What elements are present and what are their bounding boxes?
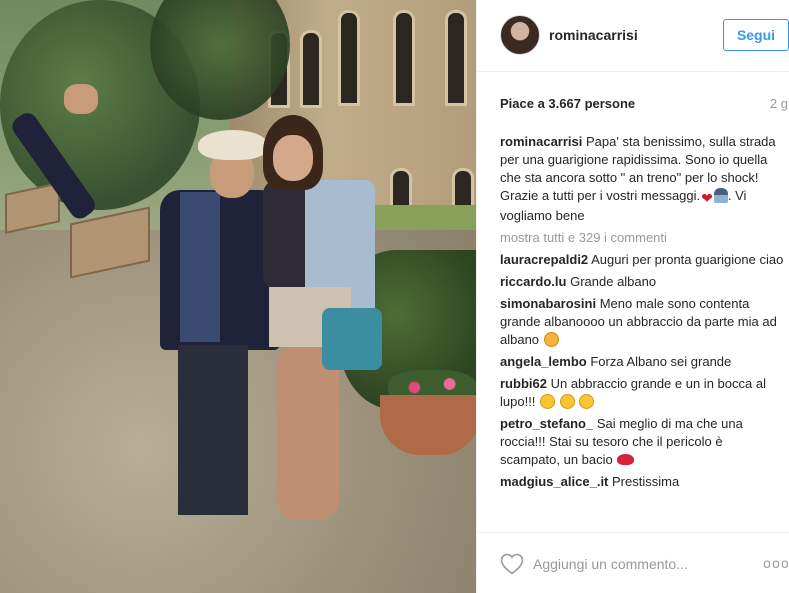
photo-flower-pot (380, 395, 476, 455)
comment-bar: ooo (477, 532, 789, 593)
post-photo[interactable] (0, 0, 476, 593)
comment-text: Grande albano (570, 274, 657, 289)
heart-emoji-icon: ❤ (701, 190, 713, 206)
post-timestamp[interactable]: 2 g (770, 96, 788, 111)
post-username[interactable]: rominacarrisi (549, 27, 638, 43)
comment-username[interactable]: rubbi62 (500, 376, 547, 391)
smile-emoji-icon (579, 394, 595, 409)
photo-bench (5, 182, 60, 234)
likes-count[interactable]: Piace a 3.667 persone (500, 96, 635, 111)
comment-username[interactable]: riccardo.lu (500, 274, 566, 289)
kiss-emoji-icon (617, 454, 635, 465)
list-item: madgius_alice_.it Prestissima (500, 473, 784, 491)
list-item: angela_lembo Forza Albano sei grande (500, 353, 784, 371)
person-emoji-icon (713, 188, 728, 203)
heart-icon[interactable] (500, 553, 524, 575)
comment-input[interactable] (533, 553, 743, 575)
comment-username[interactable]: petro_stefano_ (500, 416, 593, 431)
post-header: rominacarrisi Segui (477, 0, 789, 72)
caption: rominacarrisi Papa' sta benissimo, sulla… (500, 133, 784, 225)
smile-emoji-icon (540, 394, 556, 409)
more-options-icon[interactable]: ooo (763, 557, 789, 572)
list-item: lauracrepaldi2 Auguri per pronta guarigi… (500, 251, 784, 269)
comment-text: Forza Albano sei grande (590, 354, 732, 369)
likes-row: Piace a 3.667 persone 2 g (500, 96, 788, 114)
wink-emoji-icon (543, 332, 559, 347)
list-item: rubbi62 Un abbraccio grande e un in bocc… (500, 375, 784, 411)
comment-text: Prestissima (612, 474, 680, 489)
comment-username[interactable]: madgius_alice_.it (500, 474, 608, 489)
follow-button[interactable]: Segui (723, 19, 789, 51)
post-side-panel: rominacarrisi Segui Piace a 3.667 person… (476, 0, 789, 593)
comment-username[interactable]: angela_lembo (500, 354, 587, 369)
comment-username[interactable]: lauracrepaldi2 (500, 252, 588, 267)
list-item: riccardo.lu Grande albano (500, 273, 784, 291)
show-all-comments-link[interactable]: mostra tutti e 329 i commenti (500, 229, 784, 247)
list-item: simonabarosini Meno male sono contenta g… (500, 295, 784, 349)
comment-username[interactable]: simonabarosini (500, 296, 596, 311)
photo-man (140, 130, 280, 520)
smile-emoji-icon (559, 394, 575, 409)
avatar[interactable] (500, 15, 540, 55)
photo-handbag (322, 308, 382, 370)
comment-text: Auguri per pronta guarigione ciao (591, 252, 784, 267)
list-item: petro_stefano_ Sai meglio di ma che una … (500, 415, 784, 469)
comments-list: rominacarrisi Papa' sta benissimo, sulla… (500, 133, 784, 495)
caption-username[interactable]: rominacarrisi (500, 134, 582, 149)
